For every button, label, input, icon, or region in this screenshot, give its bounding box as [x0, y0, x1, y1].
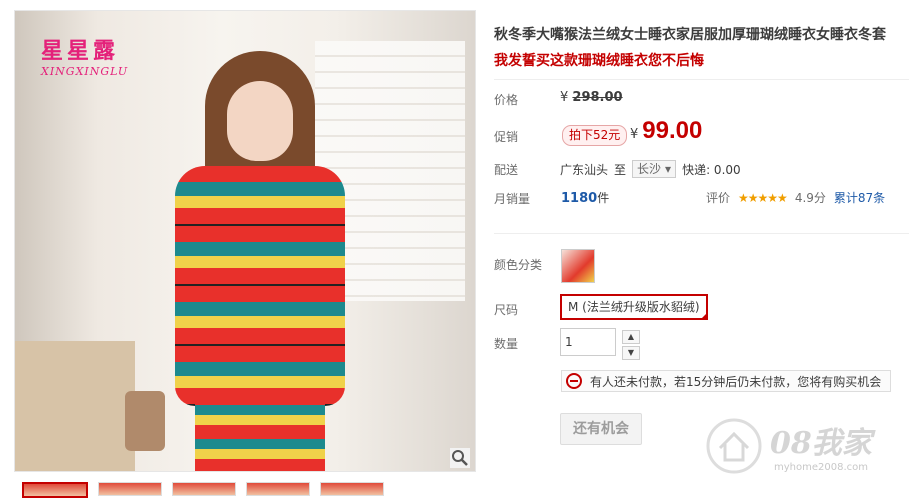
promo-label: 促销 [494, 130, 519, 144]
original-price-value: 298.00 [572, 90, 623, 105]
size-option-selected[interactable]: M (法兰绒升级版水貂绒) [560, 294, 708, 320]
quantity-decrease-button[interactable]: ▼ [622, 346, 640, 360]
divider [494, 79, 909, 80]
rating-summary: 评价 ★★★★★ 4.9分 累计87条 [706, 189, 885, 206]
still-chance-button[interactable]: 还有机会 [560, 413, 642, 445]
destination-select[interactable]: 长沙 ▾ [632, 160, 677, 178]
ship-to-word: 至 [614, 162, 627, 177]
size-label: 尺码 [494, 303, 519, 317]
product-main-image[interactable]: 星星露 XINGXINGLU [14, 10, 476, 472]
currency-symbol: ¥ [560, 90, 569, 105]
quantity-label: 数量 [494, 337, 519, 351]
quantity-input[interactable] [560, 328, 616, 356]
monthly-sales: 1180件 [561, 189, 609, 206]
model-face [227, 81, 293, 161]
sales-count: 1180 [561, 191, 598, 206]
destination-value: 长沙 [637, 162, 662, 176]
express-fee: 快递: 0.00 [682, 162, 741, 177]
color-label: 颜色分类 [494, 258, 543, 272]
photo-vase [125, 391, 165, 451]
site-watermark: 08我家 myhome2008.com [700, 410, 900, 490]
sales-label: 月销量 [494, 192, 531, 206]
model-figure [165, 51, 355, 471]
rating-score: 4.9分 [794, 191, 826, 205]
stock-notice: 有人还未付款，若15分钟后仍未付款，您将有购买机会 [561, 370, 891, 392]
divider [494, 233, 909, 234]
shipping-info: 广东汕头 至 长沙 ▾ 快递: 0.00 [560, 160, 741, 178]
color-swatch-option[interactable] [561, 249, 595, 283]
zoom-magnifier-icon[interactable] [450, 448, 470, 468]
brand-logo-mark: 星星露 [41, 39, 120, 64]
stock-notice-text: 有人还未付款，若15分钟后仍未付款，您将有购买机会 [590, 374, 882, 389]
promo-price-value: 99.00 [642, 117, 703, 144]
rating-label: 评价 [706, 191, 731, 205]
star-rating-icon: ★★★★★ [738, 190, 788, 205]
thumbnail[interactable] [22, 482, 88, 498]
product-subtitle: 我发誓买这款珊瑚绒睡衣您不后悔 [494, 53, 704, 69]
currency-symbol: ¥ [630, 127, 639, 142]
promo-price: ¥99.00 [630, 117, 702, 145]
minus-circle-icon [566, 373, 582, 389]
watermark-text: 08我家 [770, 426, 872, 461]
selected-check-icon [699, 312, 708, 320]
sales-unit: 件 [597, 191, 610, 205]
house-icon [706, 418, 762, 474]
promo-badge: 拍下52元 [562, 125, 628, 146]
product-title: 秋冬季大嘴猴法兰绒女士睡衣家居服加厚珊瑚绒睡衣女睡衣冬套 [494, 27, 886, 43]
photo-shelf [15, 341, 135, 471]
price-label: 价格 [494, 93, 519, 107]
brand-logo: 星星露 XINGXINGLU [41, 33, 151, 79]
watermark-url: myhome2008.com [774, 462, 868, 473]
chevron-down-icon: ▾ [665, 162, 672, 176]
original-price: ¥ 298.00 [560, 90, 623, 105]
pajama-pants [195, 391, 325, 471]
reviews-link[interactable]: 累计87条 [834, 189, 885, 206]
size-option-text: M (法兰绒升级版水貂绒) [568, 300, 700, 314]
ship-from: 广东汕头 [560, 162, 609, 177]
thumbnail-strip [22, 482, 384, 498]
pajama-top [175, 166, 345, 406]
brand-logo-sub: XINGXINGLU [41, 65, 129, 78]
shipping-label: 配送 [494, 163, 519, 177]
quantity-increase-button[interactable]: ▲ [622, 330, 640, 344]
